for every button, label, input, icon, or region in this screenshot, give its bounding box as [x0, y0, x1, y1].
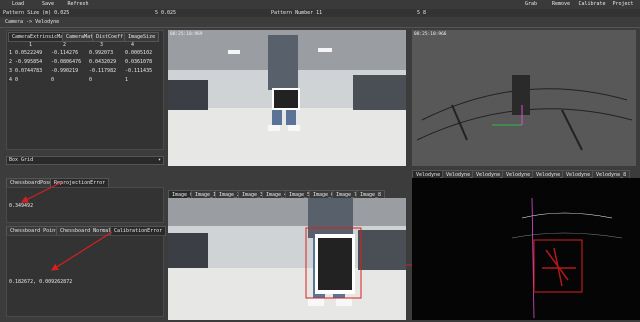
- load-button[interactable]: Load: [10, 0, 26, 8]
- table-cell: 0.0005102: [125, 50, 153, 56]
- pattern-number-value[interactable]: 5 8: [417, 9, 426, 17]
- table-cell: 0.0361078: [125, 59, 153, 65]
- column-header-2: 2: [63, 42, 67, 48]
- table-cell: 0.992073: [89, 50, 114, 56]
- pattern-size-label: Pattern Size (m) 0.025: [3, 10, 70, 16]
- reprojection-tabs: ChessboardPose ReprojectionError: [6, 178, 164, 188]
- tab-camera-extrinsic[interactable]: CameraExtrinsicMat: [8, 32, 71, 42]
- refresh-button[interactable]: Refresh: [67, 0, 89, 8]
- image-tabs: Image_0 Image_1 Image_2 Image_3 Image_4 …: [168, 190, 406, 200]
- camera-image-bottom[interactable]: [168, 198, 406, 320]
- camera-scene-illustration: [168, 30, 406, 166]
- parameter-row: Pattern Size (m) 0.025 5 0.025 Pattern N…: [0, 9, 640, 17]
- toolbar: Load Save Refresh Grab Remove Calibrate …: [0, 0, 640, 9]
- table-cell: 0: [51, 77, 55, 83]
- table-cell: 1 0.0522249: [9, 50, 43, 56]
- pointcloud-bottom[interactable]: [412, 178, 640, 320]
- reprojection-panel: 0.349492: [6, 187, 164, 223]
- project-button[interactable]: Project: [612, 0, 634, 8]
- table-cell: -0.117982: [89, 68, 117, 74]
- table-cell: -0.114276: [51, 50, 79, 56]
- table-cell: -0.990219: [51, 68, 79, 74]
- image-timestamp: 08:25:10:969: [170, 32, 203, 37]
- tab-image-size[interactable]: ImageSize: [124, 32, 160, 42]
- table-cell: 1: [125, 77, 129, 83]
- table-cell: 0: [89, 77, 93, 83]
- camera-image-top[interactable]: 08:25:10:969: [168, 30, 406, 166]
- pointcloud-top[interactable]: 08:25:10:966: [412, 30, 636, 166]
- table-cell: 3 0.0744783: [9, 68, 43, 74]
- pointcloud-illustration: [511, 197, 623, 319]
- velodyne-tabs: Velodyne_2 Velodyne_3 Velodyne_4 Velodyn…: [412, 170, 640, 180]
- table-cell: 4 0: [9, 77, 19, 83]
- grid-select-value: Box Grid: [9, 157, 34, 163]
- matrix-table: CameraExtrinsicMat CameraMat DistCoeff I…: [6, 30, 164, 150]
- pointcloud-illustration: [416, 75, 633, 151]
- table-cell: -0.111435: [125, 68, 153, 74]
- save-button[interactable]: Save: [40, 0, 56, 8]
- camera-mode-label: Camera -> Velodyne: [5, 19, 60, 25]
- column-header-4: 4: [131, 42, 135, 48]
- table-row: 4 0 0 0 1: [9, 76, 163, 84]
- table-cell: -0.0806476: [51, 59, 82, 65]
- divider: [0, 27, 640, 28]
- table-row: 3 0.0744783 -0.990219 -0.117982 -0.11143…: [9, 67, 163, 75]
- column-header-3: 3: [100, 42, 104, 48]
- grid-select[interactable]: Box Grid ▾: [6, 156, 164, 165]
- table-row: 1 0.0522249 -0.114276 0.992073 0.0005102: [9, 49, 163, 57]
- table-cell: 2 -0.995854: [9, 59, 43, 65]
- calibration-tabs: Chessboard Points Chessboard Normals Cal…: [6, 226, 167, 236]
- chevron-down-icon: ▾: [157, 157, 161, 163]
- pattern-number-label: Pattern Number 11: [271, 10, 323, 16]
- reprojection-error-value: 0.349492: [9, 203, 34, 209]
- matrix-tabs: CameraExtrinsicMat CameraMat DistCoeff I…: [8, 32, 164, 42]
- table-row: 2 -0.995854 -0.0806476 0.0432029 0.03610…: [9, 58, 163, 66]
- table-cell: 0.0432029: [89, 59, 117, 65]
- tab-dist-coeff[interactable]: DistCoeff: [92, 32, 128, 42]
- grab-button[interactable]: Grab: [523, 0, 539, 8]
- calibration-error-value: 0.182672, 0.009262872: [9, 279, 73, 285]
- remove-button[interactable]: Remove: [550, 0, 572, 8]
- calibration-panel: 0.182672, 0.009262872: [6, 235, 164, 317]
- calibrate-button[interactable]: Calibrate: [578, 0, 606, 8]
- column-header-1: 1: [29, 42, 33, 48]
- camera-scene-illustration: [168, 198, 406, 320]
- pointcloud-timestamp: 08:25:10:966: [414, 32, 447, 37]
- pattern-size-value[interactable]: 5 0.025: [155, 9, 176, 17]
